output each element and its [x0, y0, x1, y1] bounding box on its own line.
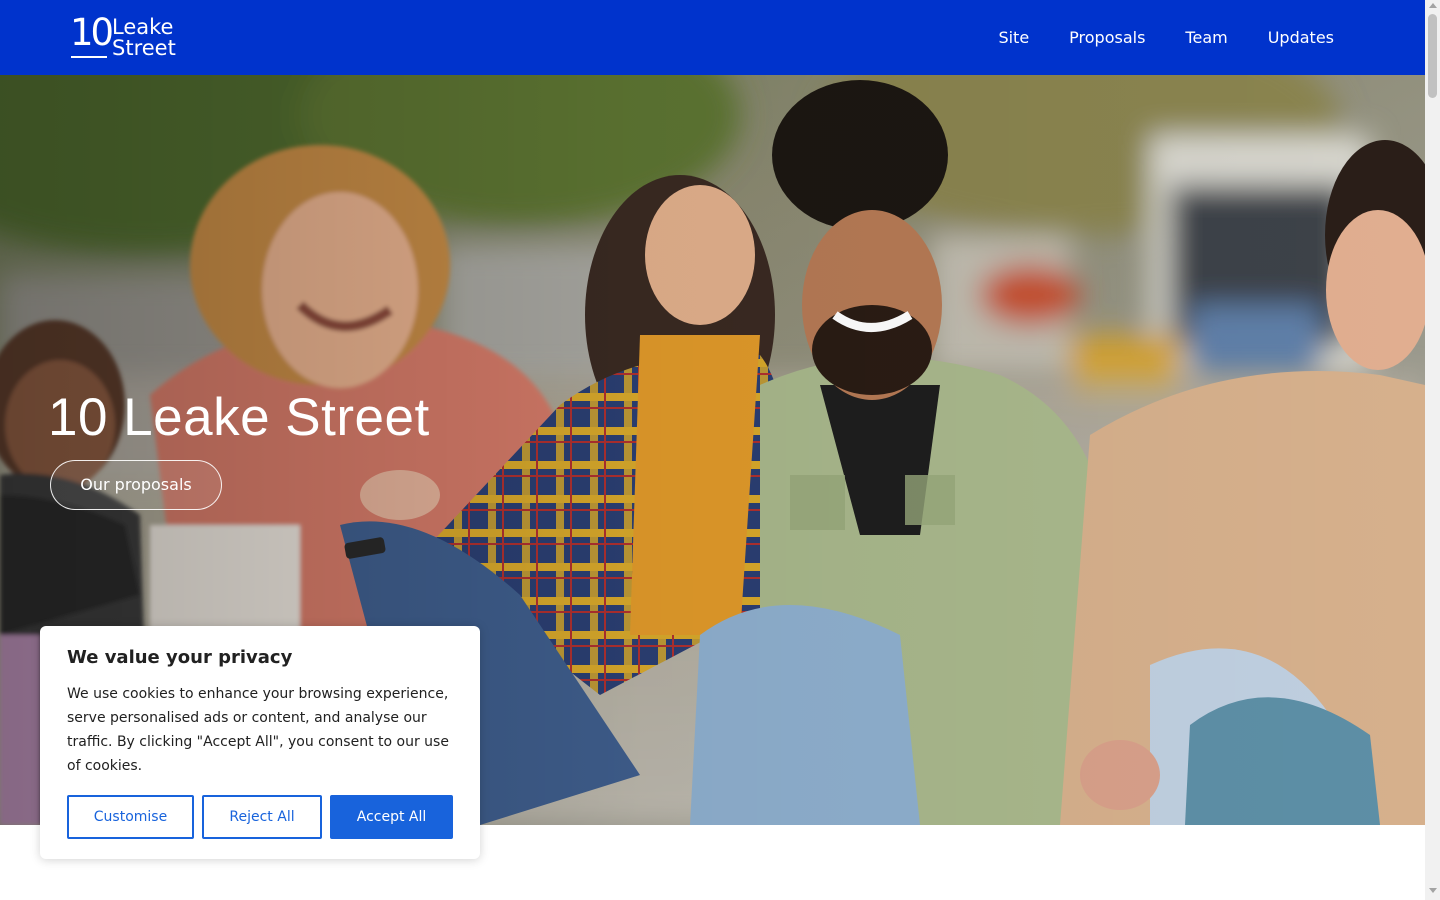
- logo-underline: [71, 56, 107, 58]
- logo-word-1: Leake: [112, 15, 174, 39]
- reject-all-button[interactable]: Reject All: [202, 795, 322, 839]
- site-logo[interactable]: 10 Leake Street: [70, 11, 182, 60]
- nav-proposals[interactable]: Proposals: [1069, 27, 1145, 49]
- accept-all-button[interactable]: Accept All: [330, 795, 453, 839]
- page-scrollbar[interactable]: [1425, 0, 1440, 900]
- logo-number: 10: [70, 11, 114, 54]
- cookie-text: We use cookies to enhance your browsing …: [67, 686, 449, 774]
- hero-title: 10 Leake Street: [48, 388, 430, 447]
- logo-word-2: Street: [112, 36, 176, 60]
- customise-button[interactable]: Customise: [67, 795, 194, 839]
- scroll-thumb[interactable]: [1428, 14, 1437, 98]
- nav-site[interactable]: Site: [998, 27, 1029, 49]
- main-nav: Site Proposals Team Updates: [998, 27, 1334, 49]
- scroll-down-arrow-icon[interactable]: [1429, 888, 1437, 893]
- site-header: 10 Leake Street Site Proposals Team Upda…: [0, 0, 1425, 75]
- nav-updates[interactable]: Updates: [1268, 27, 1334, 49]
- nav-team[interactable]: Team: [1185, 27, 1227, 49]
- cookie-title: We value your privacy: [67, 647, 293, 668]
- scroll-up-arrow-icon[interactable]: [1429, 3, 1437, 8]
- cookie-consent-banner: We value your privacy We use cookies to …: [40, 626, 480, 859]
- our-proposals-button[interactable]: Our proposals: [50, 460, 222, 510]
- cookie-buttons: Customise Reject All Accept All: [67, 795, 453, 839]
